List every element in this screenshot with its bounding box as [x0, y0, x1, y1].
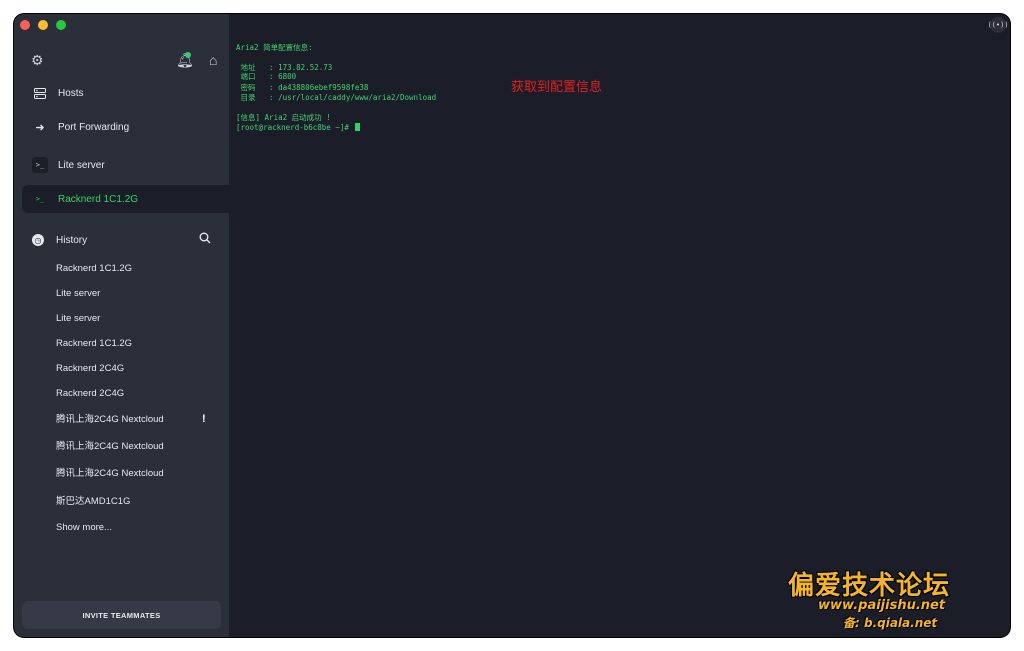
watermark-title: 偏爱技术论坛 [788, 571, 951, 601]
show-more-link[interactable]: Show more... [56, 521, 112, 535]
notification-dot [185, 52, 191, 58]
history-item[interactable]: Racknerd 1C1.2G [56, 262, 132, 276]
history-item[interactable]: 腾讯上海2C4G Nextcloud [56, 413, 164, 427]
history-header[interactable]: ◷ History [32, 230, 212, 250]
app-window: ⚙ 🔔︎ ⌂ Hosts ➜ Port Forwarding >_ Lite s… [14, 14, 1010, 637]
history-item[interactable]: Lite server [56, 312, 100, 326]
watermark-backup: 备: b.qiala.net [843, 616, 938, 630]
history-item[interactable]: Racknerd 1C1.2G [56, 337, 132, 351]
terminal-prompt-line: [root@racknerd-b6c8be ~]# [236, 123, 361, 132]
terminal-line: 密码 : da438806ebef9598fe38 [236, 83, 369, 92]
server-icon [32, 85, 48, 101]
sidebar-item-label: Racknerd 1C1.2G [58, 193, 139, 205]
history-item[interactable]: 斯巴达AMD1C1G [56, 495, 130, 509]
sidebar-toolbar: ⚙ 🔔︎ ⌂ [28, 50, 217, 70]
minimize-window-button[interactable] [38, 20, 48, 30]
sidebar-item-hosts[interactable]: Hosts [22, 79, 221, 107]
broadcast-icon[interactable]: ((•)) [987, 17, 1009, 33]
sidebar-item-lite-server[interactable]: >_ Lite server [22, 151, 221, 179]
history-item[interactable]: Racknerd 2C4G [56, 387, 124, 401]
close-window-button[interactable] [20, 20, 30, 30]
zoom-window-button[interactable] [56, 20, 66, 30]
terminal-line: [信息] Aria2 启动成功 ! [236, 113, 331, 122]
sidebar-item-label: Lite server [58, 159, 105, 171]
terminal-line: 端口 : 6800 [236, 72, 297, 81]
history-item[interactable]: 腾讯上海2C4G Nextcloud [56, 467, 164, 481]
history-item[interactable]: Racknerd 2C4G [56, 362, 124, 376]
terminal-line: 目录 : /usr/local/caddy/www/aria2/Download [236, 93, 437, 102]
home-icon[interactable]: ⌂ [209, 50, 217, 70]
annotation-text: 获取到配置信息 [511, 80, 603, 95]
sidebar-item-label: Port Forwarding [58, 121, 130, 133]
terminal-icon: >_ [35, 195, 45, 203]
history-item[interactable]: 腾讯上海2C4G Nextcloud [56, 440, 164, 454]
history-label: History [56, 234, 88, 246]
gear-icon[interactable]: ⚙ [31, 50, 44, 70]
terminal-line: 地址 : 173.82.52.73 [236, 63, 333, 72]
sidebar-item-racknerd-active[interactable]: >_ Racknerd 1C1.2G [22, 185, 229, 213]
terminal-pane[interactable]: ((•)) Aria2 简单配置信息: 地址 : 173.82.52.73 端口… [229, 14, 1010, 637]
clock-icon: ◷ [32, 234, 44, 246]
history-item[interactable]: Lite server [56, 287, 100, 301]
terminal-icon: >_ [32, 157, 48, 173]
terminal-prompt: [root@racknerd-b6c8be ~]# [236, 123, 354, 132]
forward-arrow-icon: ➜ [35, 121, 45, 134]
sidebar-item-port-forwarding[interactable]: ➜ Port Forwarding [22, 113, 221, 141]
watermark-url: www.paijishu.net [818, 598, 946, 613]
terminal-line: Aria2 简单配置信息: [236, 43, 313, 52]
invite-teammates-button[interactable]: INVITE TEAMMATES [22, 601, 221, 629]
sidebar: ⚙ 🔔︎ ⌂ Hosts ➜ Port Forwarding >_ Lite s… [14, 14, 229, 637]
search-icon[interactable] [199, 230, 211, 250]
terminal-cursor [355, 123, 361, 131]
sidebar-item-label: Hosts [58, 87, 84, 99]
warning-icon: ! [202, 413, 206, 425]
window-controls [20, 20, 66, 30]
